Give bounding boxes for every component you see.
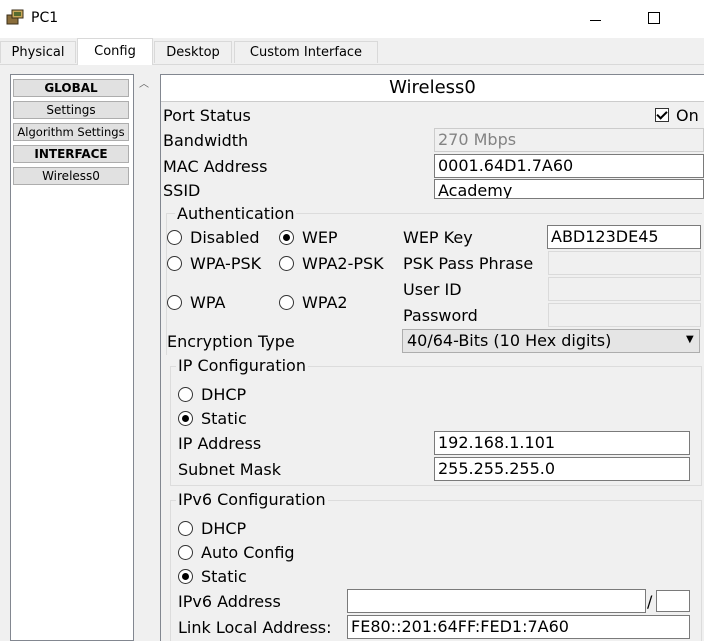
tab-config[interactable]: Config [77,38,153,65]
ip-static-radio[interactable] [178,411,193,426]
sidebar-item-settings[interactable]: Settings [13,101,129,119]
subnet-mask-label: Subnet Mask [178,460,282,479]
auth-wpa2-psk-radio[interactable] [279,256,294,271]
ipv6-auto-config-label: Auto Config [201,543,295,562]
auth-wpa2-radio[interactable] [279,295,294,310]
ipv6-address-field[interactable] [347,589,646,613]
encryption-type-select[interactable]: 40/64-Bits (10 Hex digits) [402,329,700,353]
user-id-field [548,277,701,301]
encryption-type-label: Encryption Type [167,332,295,351]
chevron-down-icon[interactable]: ▼ [686,334,694,345]
auth-wpa2-psk-label: WPA2-PSK [302,254,384,273]
ip-static-label: Static [201,409,247,428]
mac-address-field[interactable]: 0001.64D1.7A60 [434,154,704,178]
sidebar-item-algorithm-settings[interactable]: Algorithm Settings [13,123,129,141]
ipv6-auto-config-radio[interactable] [178,545,193,560]
link-local-address-label: Link Local Address: [178,618,332,637]
sidebar-item-wireless0[interactable]: Wireless0 [13,167,129,185]
sidebar-scrollbar[interactable] [135,74,153,641]
panel-title: Wireless0 [161,75,704,102]
auth-wpa-psk-radio[interactable] [167,256,182,271]
ssid-field[interactable]: Academy [434,179,704,199]
auth-wpa-label: WPA [190,293,226,312]
bandwidth-label: Bandwidth [163,131,249,150]
auth-disabled-label: Disabled [190,228,260,247]
tab-desktop[interactable]: Desktop [154,41,232,63]
sidebar-header-global[interactable]: GLOBAL [13,79,129,97]
ip-address-field[interactable]: 192.168.1.101 [434,431,690,455]
ip-dhcp-label: DHCP [201,385,247,404]
auth-wpa2-label: WPA2 [302,293,348,312]
psk-pass-phrase-field [548,251,701,275]
psk-pass-phrase-label: PSK Pass Phrase [403,254,534,273]
ssid-label: SSID [163,181,201,200]
ipv6-prefix-length-field[interactable] [656,590,690,612]
subnet-mask-field[interactable]: 255.255.255.0 [434,457,690,481]
port-status-label: Port Status [163,106,251,125]
tab-custom-interface[interactable]: Custom Interface [234,41,378,63]
tab-physical[interactable]: Physical [0,41,76,63]
ipv6-dhcp-radio[interactable] [178,521,193,536]
sidebar-header-interface[interactable]: INTERFACE [13,145,129,163]
ipv6-dhcp-label: DHCP [201,519,247,538]
window-title: PC1 [31,10,59,26]
auth-wep-radio[interactable] [279,230,294,245]
port-status-on-label: On [676,106,699,125]
ipv6-static-radio[interactable] [178,569,193,584]
auth-wpa-psk-label: WPA-PSK [190,254,262,273]
password-field [548,303,701,327]
mac-address-label: MAC Address [163,157,268,176]
ipv6-configuration-legend: IPv6 Configuration [176,490,328,509]
authentication-legend: Authentication [175,204,297,223]
user-id-label: User ID [403,280,462,299]
password-label: Password [403,306,478,325]
ip-configuration-legend: IP Configuration [176,356,308,375]
pc-icon [6,9,26,27]
ipv6-address-label: IPv6 Address [178,592,281,611]
auth-wpa-radio[interactable] [167,295,182,310]
link-local-address-field[interactable]: FE80::201:64FF:FED1:7A60 [347,615,690,639]
prefix-separator: / [647,592,653,611]
port-status-checkbox[interactable] [655,108,669,122]
ip-dhcp-radio[interactable] [178,387,193,402]
wep-key-label: WEP Key [403,228,473,247]
wep-key-field[interactable]: ABD123DE45 [547,225,701,249]
bandwidth-field: 270 Mbps [434,128,704,152]
minimize-button[interactable] [578,4,614,34]
scroll-up-icon[interactable]: ︿ [135,76,153,94]
ip-address-label: IP Address [178,434,262,453]
maximize-button[interactable] [636,4,672,34]
auth-wep-label: WEP [302,228,338,247]
ipv6-static-label: Static [201,567,247,586]
auth-disabled-radio[interactable] [167,230,182,245]
